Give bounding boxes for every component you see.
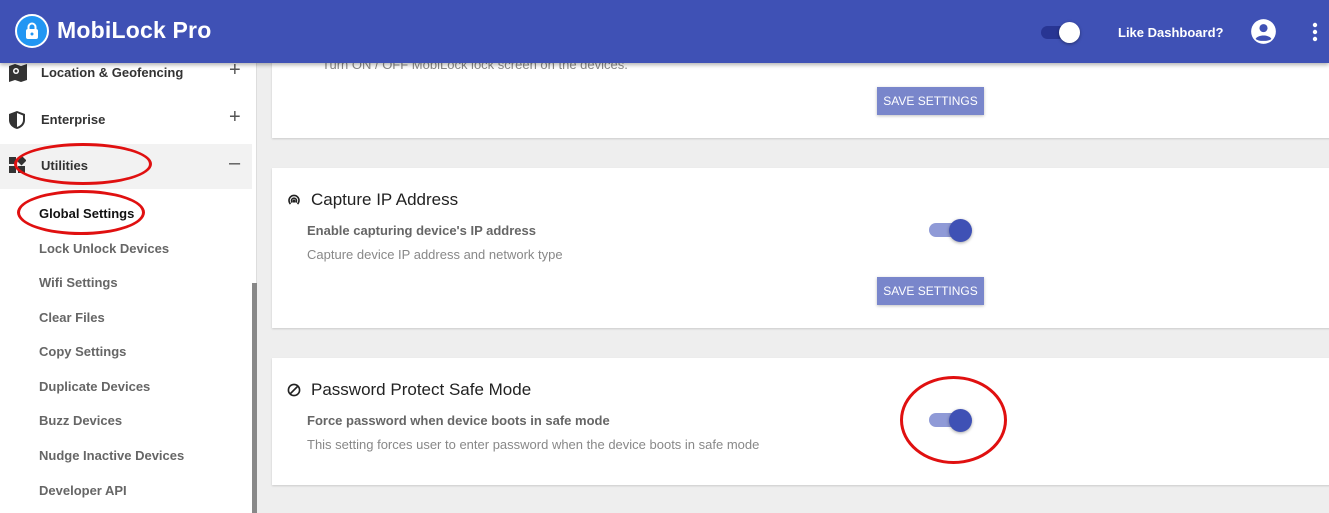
dashboard-toggle-knob — [1059, 22, 1080, 43]
sidebar-subitem-clear-files[interactable]: Clear Files — [39, 310, 105, 325]
utilities-icon — [8, 155, 27, 179]
sidebar-subitem-buzz-devices[interactable]: Buzz Devices — [39, 413, 122, 428]
map-marker-icon — [8, 63, 28, 88]
sidebar-item-utilities[interactable]: Utilities – — [0, 144, 252, 189]
safe-mode-description: This setting forces user to enter passwo… — [307, 437, 760, 452]
sidebar-item-label: Enterprise — [41, 112, 106, 127]
capture-ip-toggle-knob — [949, 219, 972, 242]
collapse-minus-icon[interactable]: – — [229, 152, 240, 175]
mobilock-logo-icon — [15, 14, 49, 48]
capture-ip-title: Capture IP Address — [311, 190, 459, 209]
safe-mode-card: Password Protect Safe Mode Force passwor… — [272, 358, 1329, 485]
shield-icon — [8, 110, 26, 135]
sidebar-subitem-duplicate-devices[interactable]: Duplicate Devices — [39, 379, 150, 394]
app-header: MobiLock Pro Like Dashboard? — [0, 0, 1329, 63]
app-title: MobiLock Pro — [57, 17, 212, 43]
dashboard-toggle[interactable] — [1041, 22, 1081, 43]
safe-mode-title: Password Protect Safe Mode — [311, 380, 532, 399]
sidebar-item-label: Location & Geofencing — [41, 65, 184, 80]
sidebar-subitem-nudge-inactive-devices[interactable]: Nudge Inactive Devices — [39, 448, 184, 463]
capture-ip-toggle[interactable] — [929, 218, 973, 242]
safe-mode-toggle-knob — [949, 409, 972, 432]
sidebar-item-enterprise[interactable]: Enterprise + — [0, 98, 252, 143]
sidebar-subitem-copy-settings[interactable]: Copy Settings — [39, 344, 126, 359]
safe-mode-toggle[interactable] — [929, 408, 973, 432]
sidebar-subitem-wifi-settings[interactable]: Wifi Settings — [39, 275, 118, 290]
sidebar-item-label: Utilities — [41, 158, 88, 173]
capture-ip-description: Capture device IP address and network ty… — [307, 247, 563, 262]
more-vert-icon[interactable] — [1312, 22, 1318, 47]
sidebar: Location & Geofencing + Enterprise + Uti… — [0, 59, 257, 513]
account-circle-icon[interactable] — [1250, 18, 1277, 50]
capture-ip-label: Enable capturing device's IP address — [307, 223, 536, 238]
capture-ip-save-button[interactable]: SAVE SETTINGS — [877, 277, 984, 305]
lock-screen-save-button[interactable]: SAVE SETTINGS — [877, 87, 984, 115]
main-content: Turn ON / OFF MobiLock lock screen on th… — [257, 63, 1329, 513]
sidebar-subitem-lock-unlock-devices[interactable]: Lock Unlock Devices — [39, 241, 169, 256]
capture-ip-card: Capture IP Address Enable capturing devi… — [272, 168, 1329, 328]
expand-plus-icon[interactable]: + — [229, 106, 241, 129]
safe-mode-label: Force password when device boots in safe… — [307, 413, 610, 428]
sidebar-subitem-developer-api[interactable]: Developer API — [39, 483, 127, 498]
block-icon — [287, 383, 301, 402]
wifi-tethering-icon — [287, 193, 301, 212]
like-dashboard-link[interactable]: Like Dashboard? — [1118, 25, 1223, 40]
lock-screen-description: Turn ON / OFF MobiLock lock screen on th… — [322, 63, 628, 72]
sidebar-subitem-global-settings[interactable]: Global Settings — [39, 206, 134, 221]
lock-screen-card: Turn ON / OFF MobiLock lock screen on th… — [272, 63, 1329, 138]
